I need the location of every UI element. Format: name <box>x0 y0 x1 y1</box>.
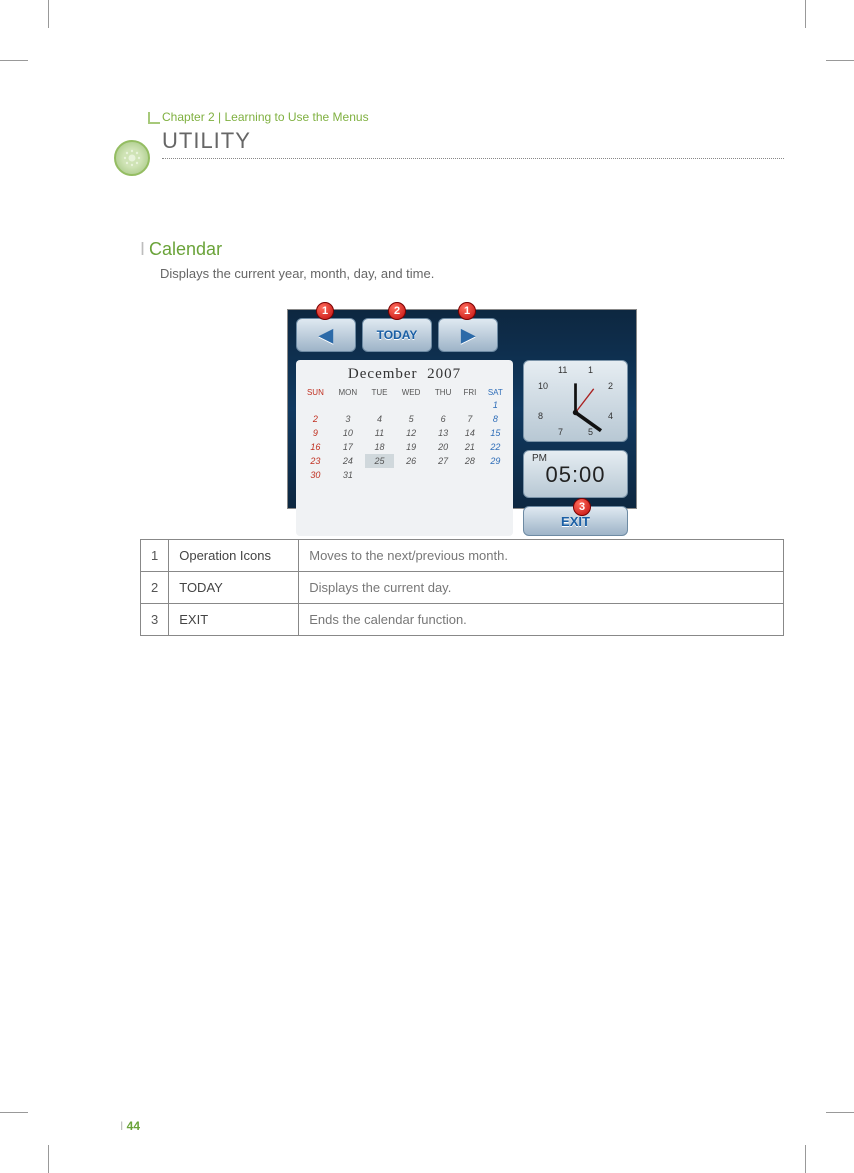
ref-desc: Displays the current day. <box>299 572 784 604</box>
ref-name: EXIT <box>169 604 299 636</box>
crop-mark <box>0 1112 28 1113</box>
page-number: I 44 <box>120 1119 140 1133</box>
chapter-label: Chapter 2 | Learning to Use the Menus <box>162 110 784 124</box>
crop-mark <box>826 60 854 61</box>
title-underline <box>162 158 784 159</box>
weekday-tue: TUE <box>365 387 394 398</box>
calendar-panel: December 2007 SUN MON TUE WED THU FRI SA… <box>296 360 513 536</box>
calendar-year: 2007 <box>427 366 461 382</box>
ref-num: 1 <box>141 540 169 572</box>
table-row: 3031 <box>300 468 509 482</box>
analog-clock: 11 1 2 4 5 7 8 10 <box>523 360 628 442</box>
table-row: 16171819202122 <box>300 440 509 454</box>
subsection-description: Displays the current year, month, day, a… <box>160 266 784 281</box>
arrow-left-icon: ◀ <box>319 325 333 346</box>
table-row: 2 TODAY Displays the current day. <box>141 572 784 604</box>
table-row: 2345678 <box>300 412 509 426</box>
weekday-mon: MON <box>331 387 365 398</box>
crop-mark <box>48 0 49 28</box>
subsection-heading: ICalendar <box>140 239 784 260</box>
crop-mark <box>48 1145 49 1173</box>
table-row: 1 Operation Icons Moves to the next/prev… <box>141 540 784 572</box>
chip-icon <box>114 140 150 176</box>
next-month-button[interactable]: ▶ <box>438 318 498 352</box>
heading-bar-icon: I <box>140 239 145 259</box>
corner-tick-icon <box>148 112 160 124</box>
table-row: 9101112131415 <box>300 426 509 440</box>
today-button[interactable]: TODAY <box>362 318 432 352</box>
weekday-sat: SAT <box>482 387 509 398</box>
calendar-title: December 2007 <box>300 366 509 383</box>
callout-3: 3 <box>573 498 591 516</box>
table-row: 23242526272829 <box>300 454 509 468</box>
weekday-sun: SUN <box>300 387 331 398</box>
weekday-wed: WED <box>394 387 428 398</box>
ref-desc: Ends the calendar function. <box>299 604 784 636</box>
today-button-label: TODAY <box>377 328 418 342</box>
table-row: 1 <box>300 398 509 412</box>
crop-mark <box>0 60 28 61</box>
ref-num: 2 <box>141 572 169 604</box>
table-row: 3 EXIT Ends the calendar function. <box>141 604 784 636</box>
calendar-grid: SUN MON TUE WED THU FRI SAT 1 2345678 91… <box>300 387 509 482</box>
prev-month-button[interactable]: ◀ <box>296 318 356 352</box>
callout-1: 1 <box>316 302 334 320</box>
crop-mark <box>805 1145 806 1173</box>
page-number-bar-icon: I <box>120 1119 127 1133</box>
reference-table: 1 Operation Icons Moves to the next/prev… <box>140 539 784 636</box>
page-number-value: 44 <box>127 1119 140 1133</box>
arrow-right-icon: ▶ <box>461 325 475 346</box>
time-value: 05:00 <box>524 464 627 486</box>
calendar-screenshot: ◀ TODAY ▶ December 2007 SUN MON TUE WED <box>287 309 637 509</box>
exit-button-label: EXIT <box>561 514 590 529</box>
ref-name: TODAY <box>169 572 299 604</box>
callout-2: 2 <box>388 302 406 320</box>
ref-name: Operation Icons <box>169 540 299 572</box>
callout-1b: 1 <box>458 302 476 320</box>
crop-mark <box>805 0 806 28</box>
subsection-title: Calendar <box>149 239 222 259</box>
ref-num: 3 <box>141 604 169 636</box>
weekday-fri: FRI <box>458 387 482 398</box>
section-title: UTILITY <box>162 128 784 154</box>
calendar-month: December <box>348 366 418 382</box>
crop-mark <box>826 1112 854 1113</box>
chapter-text: Chapter 2 | Learning to Use the Menus <box>162 110 369 124</box>
weekday-thu: THU <box>428 387 458 398</box>
clock-hands-icon <box>530 367 621 458</box>
ref-desc: Moves to the next/previous month. <box>299 540 784 572</box>
